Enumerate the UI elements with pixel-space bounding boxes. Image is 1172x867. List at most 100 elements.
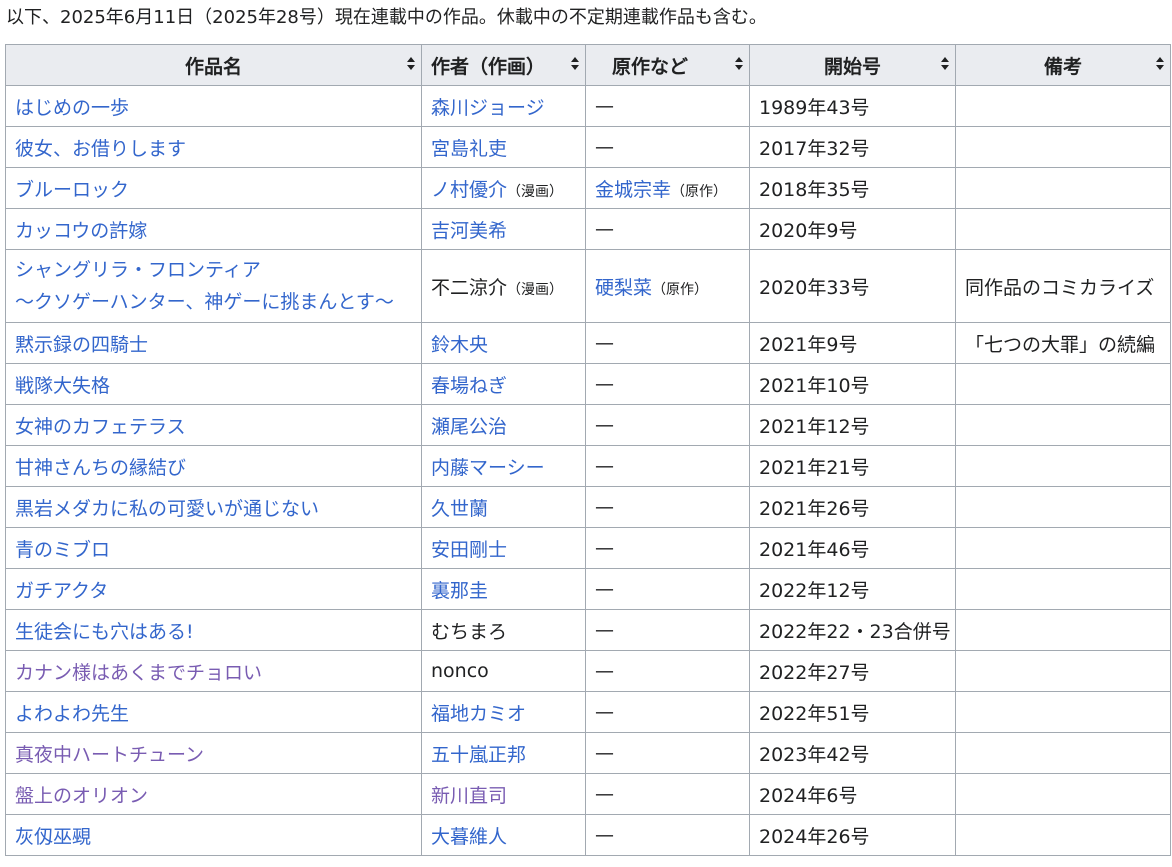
cell-author: 久世蘭 [421,486,586,528]
author-link[interactable]: 久世蘭 [431,498,488,520]
original-none: — [595,95,614,117]
title-link[interactable]: カナン様はあくまでチョロい [15,662,262,684]
author-link[interactable]: 宮島礼吏 [431,138,507,160]
author-link[interactable]: 安田剛士 [431,539,507,561]
cell-start-issue: 2024年26号 [749,814,956,856]
author-link[interactable]: 春場ねぎ [431,375,507,397]
cell-notes [955,404,1171,446]
cell-title: はじめの一歩 [5,85,422,127]
cell-author: 大暮維人 [421,814,586,856]
author-link[interactable]: 大暮維人 [431,826,507,848]
sort-icon[interactable] [941,57,949,71]
original-none: — [595,660,614,682]
title-link[interactable]: シャングリラ・フロンティア [15,254,412,286]
title-link[interactable]: 真夜中ハートチューン [15,744,204,766]
cell-notes [955,691,1171,733]
cell-title: 彼女、お借りします [5,126,422,168]
title-link[interactable]: 灰仭巫覡 [15,826,91,848]
title-link[interactable]: よわよわ先生 [15,703,129,725]
title-link[interactable]: 女神のカフェテラス [15,416,186,438]
cell-start-issue: 2021年10号 [749,363,956,405]
title-link[interactable]: 甘神さんちの縁結び [15,457,186,479]
original-author-link[interactable]: 金城宗幸 [595,179,671,201]
cell-notes [955,732,1171,774]
original-none: — [595,496,614,518]
cell-title: 生徒会にも穴はある! [5,609,422,651]
cell-title: 黒岩メダカに私の可愛いが通じない [5,486,422,528]
cell-original: — [585,404,750,446]
table-row: 青のミブロ 安田剛士 — 2021年46号 [5,527,1171,569]
cell-start-issue: 2021年26号 [749,486,956,528]
author-link[interactable]: 福地カミオ [431,703,526,725]
cell-title: 黙示録の四騎士 [5,322,422,364]
column-header-author[interactable]: 作者（作画） [421,44,586,86]
title-link[interactable]: 戦隊大失格 [15,375,110,397]
column-header-original[interactable]: 原作など [585,44,750,86]
title-link[interactable]: 生徒会にも穴はある! [15,621,194,643]
original-none: — [595,578,614,600]
sort-icon[interactable] [571,57,579,71]
sort-icon[interactable] [407,57,415,71]
table-row: よわよわ先生 福地カミオ — 2022年51号 [5,691,1171,733]
cell-author: nonco [421,650,586,692]
cell-notes [955,650,1171,692]
cell-title: 真夜中ハートチューン [5,732,422,774]
cell-author: むちまろ [421,609,586,651]
cell-title: 甘神さんちの縁結び [5,445,422,487]
title-link[interactable]: 青のミブロ [15,539,110,561]
author-link[interactable]: 瀬尾公治 [431,416,507,438]
cell-title: 戦隊大失格 [5,363,422,405]
title-link[interactable]: 黙示録の四騎士 [15,334,148,356]
title-link[interactable]: ブルーロック [15,179,129,201]
cell-title: よわよわ先生 [5,691,422,733]
cell-author: 鈴木央 [421,322,586,364]
cell-original: — [585,322,750,364]
author-link[interactable]: 裏那圭 [431,580,488,602]
author-link[interactable]: 内藤マーシー [431,457,545,479]
cell-notes [955,363,1171,405]
cell-author: 裏那圭 [421,568,586,610]
column-header-notes[interactable]: 備考 [955,44,1171,86]
cell-notes [955,609,1171,651]
title-link[interactable]: カッコウの許嫁 [15,220,147,242]
cell-original: — [585,568,750,610]
cell-author: 吉河美希 [421,208,586,250]
author-link[interactable]: ノ村優介 [431,179,507,201]
author-link[interactable]: 森川ジョージ [431,97,545,119]
author-link[interactable]: 鈴木央 [431,334,488,356]
title-link[interactable]: はじめの一歩 [15,97,129,119]
table-row: 黒岩メダカに私の可愛いが通じない 久世蘭 — 2021年26号 [5,486,1171,528]
author-link[interactable]: 吉河美希 [431,220,507,242]
title-link-subtitle[interactable]: 〜クソゲーハンター、神ゲーに挑まんとす〜 [15,286,412,318]
cell-start-issue: 2021年21号 [749,445,956,487]
cell-notes: 同作品のコミカライズ [955,249,1171,323]
cell-title: ガチアクタ [5,568,422,610]
cell-notes [955,126,1171,168]
cell-original: — [585,126,750,168]
table-row: カッコウの許嫁 吉河美希 — 2020年9号 [5,208,1171,250]
sort-icon[interactable] [735,57,743,71]
cell-start-issue: 2020年9号 [749,208,956,250]
column-header-title[interactable]: 作品名 [5,44,422,86]
author-link[interactable]: 新川直司 [431,785,507,807]
column-header-start[interactable]: 開始号 [749,44,956,86]
original-none: — [595,455,614,477]
title-link[interactable]: 彼女、お借りします [15,138,186,160]
cell-title: シャングリラ・フロンティア 〜クソゲーハンター、神ゲーに挑まんとす〜 [5,249,422,323]
cell-original: — [585,609,750,651]
title-link[interactable]: 盤上のオリオン [15,785,148,807]
table-row: 戦隊大失格 春場ねぎ — 2021年10号 [5,363,1171,405]
cell-author: 五十嵐正邦 [421,732,586,774]
cell-title: カッコウの許嫁 [5,208,422,250]
cell-title: ブルーロック [5,167,422,209]
cell-title: 青のミブロ [5,527,422,569]
author-link[interactable]: 五十嵐正邦 [431,744,526,766]
original-author-link[interactable]: 硬梨菜 [595,277,652,299]
title-link[interactable]: ガチアクタ [15,580,108,602]
sort-icon[interactable] [1156,57,1164,71]
table-row: 甘神さんちの縁結び 内藤マーシー — 2021年21号 [5,445,1171,487]
table-row: 女神のカフェテラス 瀬尾公治 — 2021年12号 [5,404,1171,446]
title-link[interactable]: 黒岩メダカに私の可愛いが通じない [15,498,319,520]
header-row: 作品名 作者（作画） 原作など 開始号 備考 [5,44,1171,86]
table-row: 黙示録の四騎士 鈴木央 — 2021年9号 「七つの大罪」の続編 [5,322,1171,364]
